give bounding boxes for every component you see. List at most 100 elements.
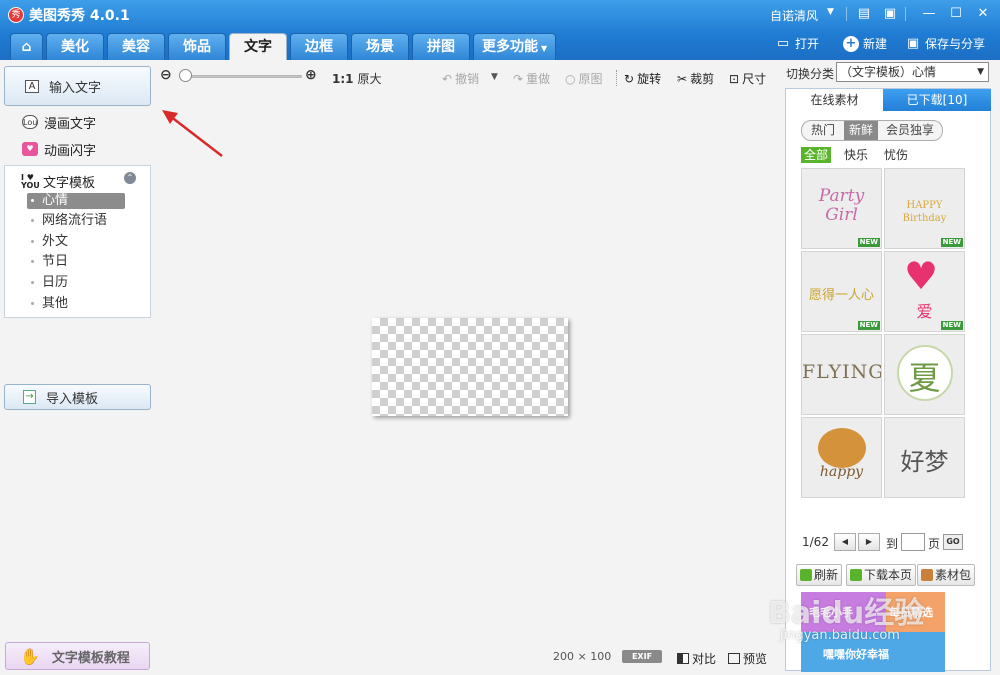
template-item-foreign[interactable]: 外文: [27, 234, 125, 250]
collapse-icon[interactable]: ⌃: [124, 172, 136, 184]
tab-text[interactable]: 文字: [229, 33, 287, 60]
new-badge: NEW: [940, 238, 963, 247]
material-thumb[interactable]: FLYING: [801, 334, 882, 415]
refresh-label: 刷新: [814, 568, 839, 582]
import-template-label: 导入模板: [46, 391, 99, 407]
app-title: 美图秀秀 4.0.1: [29, 8, 130, 24]
tab-home[interactable]: ⌂: [10, 33, 43, 60]
maximize-icon[interactable]: ☐: [947, 5, 965, 23]
new-label: 新建: [863, 37, 888, 51]
tab-accessories[interactable]: 饰品: [168, 33, 226, 60]
tab-frame[interactable]: 边框: [290, 33, 348, 60]
animated-text-button[interactable]: ♥ 动画闪字: [22, 140, 96, 159]
tab-collage[interactable]: 拼图: [412, 33, 470, 60]
filter-sad[interactable]: 忧伤: [884, 147, 908, 163]
comic-text-button[interactable]: Lou 漫画文字: [22, 113, 96, 132]
undo-dropdown-icon[interactable]: ▼: [491, 72, 498, 82]
filter-all[interactable]: 全部: [801, 147, 832, 163]
bullet-icon: [31, 240, 34, 243]
material-thumb[interactable]: Party Girl NEW: [801, 168, 882, 249]
page-number-input[interactable]: [901, 533, 925, 551]
tab-scene[interactable]: 场景: [351, 33, 409, 60]
compare-label: 对比: [692, 652, 717, 666]
bullet-icon: [31, 260, 34, 263]
rotate-button[interactable]: ↻ 旋转: [624, 70, 661, 87]
segment-hot[interactable]: 热门: [802, 121, 844, 140]
zoom-out-icon[interactable]: ⊖: [160, 67, 172, 83]
template-item-holiday[interactable]: 节日: [27, 254, 125, 270]
material-thumb[interactable]: 好梦: [884, 417, 965, 498]
chevron-right-icon: ▶: [865, 537, 873, 546]
download-icon: [850, 569, 862, 581]
material-thumb[interactable]: happy: [801, 417, 882, 498]
open-button[interactable]: ▭ 打开: [775, 35, 819, 52]
template-item-slang[interactable]: 网络流行语: [27, 213, 125, 229]
folder-icon: ▭: [776, 35, 790, 51]
filter-happy[interactable]: 快乐: [844, 147, 868, 163]
tab-downloaded[interactable]: 已下载[10]: [883, 89, 991, 111]
import-template-button[interactable]: → 导入模板: [4, 384, 151, 410]
bullet-icon: [31, 219, 34, 222]
save-share-button[interactable]: ▣ 保存与分享: [905, 35, 985, 52]
tab-beauty[interactable]: 美容: [107, 33, 165, 60]
baidu-watermark: Baidu经验: [768, 596, 925, 631]
minimize-icon[interactable]: —: [920, 5, 938, 23]
menu-icon[interactable]: ▣: [881, 5, 899, 23]
zoom-slider[interactable]: [182, 75, 302, 78]
canvas-area[interactable]: [160, 92, 778, 637]
text-template-tutorial-button[interactable]: ✋ 文字模板教程: [5, 642, 150, 670]
transparent-canvas[interactable]: [372, 318, 568, 416]
exif-button[interactable]: EXIF: [622, 650, 662, 663]
thumb-text: 愿得一人心: [808, 288, 874, 303]
redo-button[interactable]: ↷ 重做: [513, 70, 550, 87]
zoom-slider-handle[interactable]: [179, 69, 192, 82]
image-dimensions: 200 × 100: [553, 650, 612, 663]
download-page-button[interactable]: 下载本页: [846, 564, 917, 586]
category-select[interactable]: （文字模板）心情 ▼: [836, 62, 989, 82]
segment-vip[interactable]: 会员独享: [878, 121, 942, 140]
material-pack-label: 素材包: [935, 568, 972, 582]
rotate-icon: ↻: [624, 72, 635, 86]
material-thumb[interactable]: HAPPY Birthday NEW: [884, 168, 965, 249]
original-image-button[interactable]: ○ 原图: [565, 70, 603, 87]
tab-more[interactable]: 更多功能 ▼: [473, 33, 557, 60]
segment-fresh[interactable]: 新鲜: [844, 121, 878, 140]
original-image-label: 原图: [578, 72, 603, 86]
pager: 1/62 ◀ ▶ 到 页 GO: [802, 533, 992, 553]
original-size-label: 原大: [357, 72, 382, 86]
preview-label: 预览: [743, 652, 768, 666]
refresh-button[interactable]: 刷新: [796, 564, 843, 586]
banner-bottom-text: 嘿嘿你好幸福: [823, 648, 889, 661]
material-pack-button[interactable]: 素材包: [917, 564, 976, 586]
crop-button[interactable]: ✂ 裁剪: [677, 70, 714, 87]
material-thumb[interactable]: 愿得一人心 NEW: [801, 251, 882, 332]
message-icon[interactable]: ▤: [855, 5, 873, 23]
prev-page-button[interactable]: ◀: [834, 533, 856, 551]
material-thumb[interactable]: ♥ 爱 NEW: [884, 251, 965, 332]
input-text-button[interactable]: A 输入文字: [4, 66, 151, 106]
go-button[interactable]: GO: [943, 534, 963, 550]
sort-segment: 热门 新鲜 会员独享: [801, 120, 943, 141]
template-item-mood[interactable]: 心情: [27, 193, 125, 209]
skin-selector[interactable]: 自诺清风: [770, 7, 818, 24]
template-item-calendar[interactable]: 日历: [27, 275, 125, 291]
undo-button[interactable]: ↶ 撤销: [442, 70, 479, 87]
material-thumb[interactable]: 夏: [884, 334, 965, 415]
next-page-button[interactable]: ▶: [858, 533, 880, 551]
template-item-label: 网络流行语: [42, 213, 108, 228]
original-size-button[interactable]: 1:1 原大: [332, 70, 382, 87]
i-love-you-icon: I ♥ YOU: [21, 172, 40, 190]
template-header[interactable]: I ♥ YOU 文字模板: [21, 172, 95, 191]
tab-online-material[interactable]: 在线素材: [786, 89, 883, 111]
tab-beautify[interactable]: 美化: [46, 33, 104, 60]
new-button[interactable]: + 新建: [843, 35, 887, 52]
download-page-label: 下载本页: [864, 568, 913, 582]
resize-button[interactable]: ⊡ 尺寸: [729, 70, 766, 87]
compare-button[interactable]: 对比: [677, 650, 716, 667]
template-item-other[interactable]: 其他: [27, 296, 125, 312]
zoom-in-icon[interactable]: ⊕: [305, 67, 317, 83]
close-icon[interactable]: ✕: [974, 5, 992, 23]
chevron-down-icon[interactable]: ▼: [827, 7, 834, 17]
undo-label: 撤销: [455, 72, 480, 86]
preview-button[interactable]: 预览: [728, 650, 767, 667]
